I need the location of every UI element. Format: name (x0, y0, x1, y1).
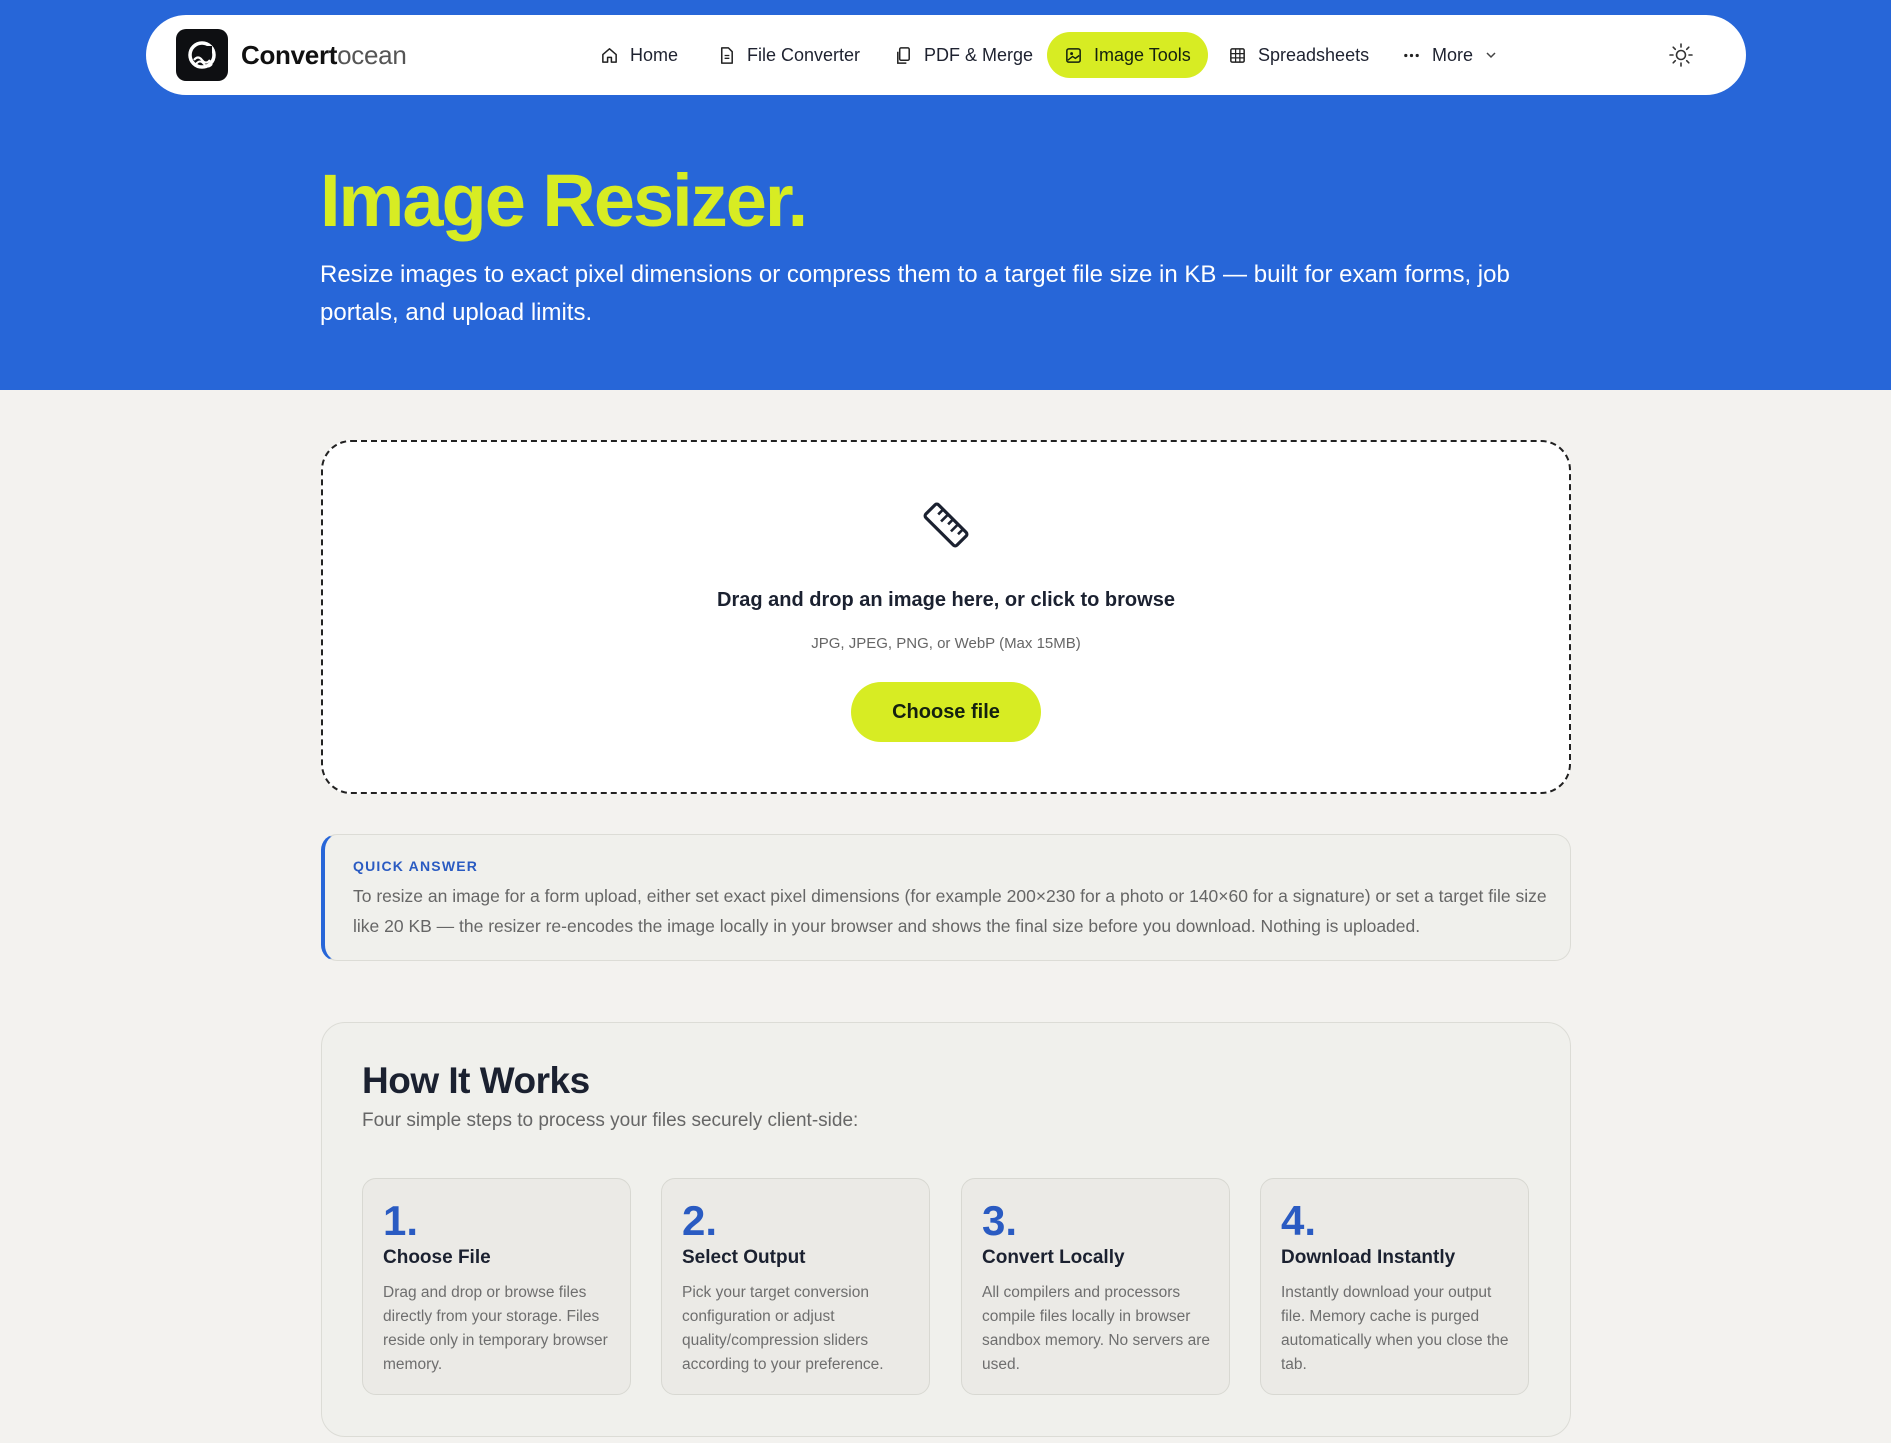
ruler-icon (923, 502, 969, 548)
step-card: 1. Choose File Drag and drop or browse f… (362, 1178, 631, 1395)
dots-icon (1404, 53, 1419, 57)
brand-name[interactable]: Convertocean (241, 39, 407, 71)
how-it-works-title: How It Works (362, 1060, 590, 1101)
logo[interactable] (176, 29, 228, 81)
ocean-logo-icon (188, 41, 216, 69)
nav-image-tools[interactable]: Image Tools (1047, 32, 1208, 78)
step-text: Drag and drop or browse files directly f… (383, 1284, 608, 1373)
step-number: 1. (383, 1197, 419, 1244)
how-it-works-subtitle: Four simple steps to process your files … (362, 1110, 859, 1131)
step-text: Pick your target conversion configuratio… (682, 1284, 884, 1373)
dropzone-formats: JPG, JPEG, PNG, or WebP (Max 15MB) (811, 635, 1081, 652)
nav-home[interactable]: Home (583, 32, 695, 78)
quick-answer-label: QUICK ANSWER (353, 858, 479, 874)
image-icon (1066, 47, 1081, 63)
top-navbar: Convertocean Home File Converter PDF & M… (146, 15, 1746, 95)
page-subtitle: Resize images to exact pixel dimensions … (320, 261, 1510, 326)
nav-file-converter[interactable]: File Converter (700, 32, 877, 78)
step-number: 4. (1281, 1197, 1317, 1244)
brand-light: ocean (337, 40, 407, 70)
step-card: 2. Select Output Pick your target conver… (661, 1178, 930, 1395)
nav-spreadsheets[interactable]: Spreadsheets (1211, 32, 1386, 78)
step-text: All compilers and processors compile fil… (982, 1284, 1210, 1373)
nav-more[interactable]: More (1385, 32, 1515, 78)
nav-spreadsheets-label: Spreadsheets (1258, 44, 1370, 65)
chevron-down-icon (1486, 52, 1496, 59)
step-title: Choose File (383, 1247, 491, 1268)
grid-icon (1230, 47, 1245, 63)
quick-answer-text: To resize an image for a form upload, ei… (353, 886, 1547, 936)
step-card: 4. Download Instantly Instantly download… (1260, 1178, 1529, 1395)
nav-more-label: More (1432, 44, 1474, 65)
step-title: Select Output (682, 1247, 806, 1268)
step-text: Instantly download your output file. Mem… (1281, 1284, 1509, 1373)
file-icon (720, 46, 733, 64)
nav-file-converter-label: File Converter (747, 44, 861, 65)
choose-file-button[interactable]: Choose file (851, 682, 1041, 742)
step-number: 3. (982, 1197, 1018, 1244)
brand-bold: Convert (241, 40, 338, 70)
nav-pdf-merge[interactable]: PDF & Merge (877, 32, 1050, 78)
theme-toggle-button[interactable] (1668, 42, 1694, 68)
home-icon (602, 47, 617, 63)
step-card: 3. Convert Locally All compilers and pro… (961, 1178, 1230, 1395)
page-title: Image Resizer. (320, 159, 808, 242)
step-number: 2. (682, 1197, 718, 1244)
step-title: Convert Locally (982, 1247, 1125, 1268)
nav-image-tools-label: Image Tools (1094, 44, 1191, 65)
copy-icon (897, 46, 910, 64)
nav-pdf-merge-label: PDF & Merge (924, 44, 1034, 65)
step-title: Download Instantly (1281, 1247, 1456, 1268)
dropzone-title: Drag and drop an image here, or click to… (717, 589, 1175, 611)
sun-icon (1669, 43, 1693, 67)
nav-home-label: Home (630, 44, 679, 65)
